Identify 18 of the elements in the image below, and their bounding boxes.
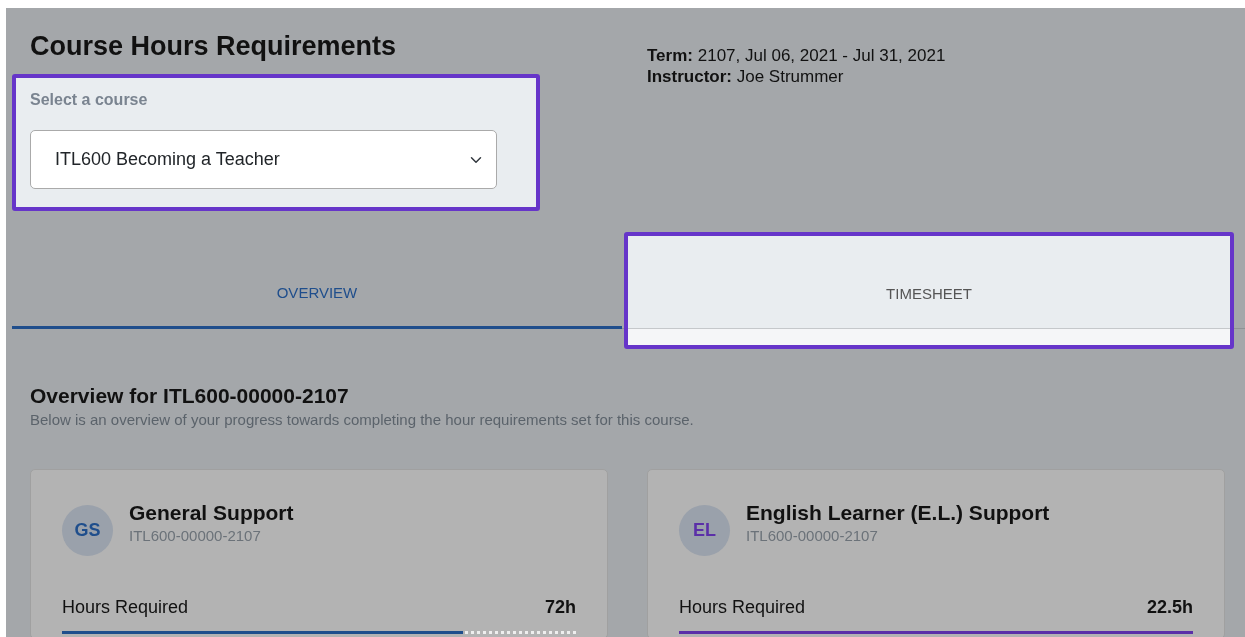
page-title: Course Hours Requirements	[30, 30, 398, 63]
course-code: ITL600-00000-2107	[746, 526, 879, 547]
course-dropdown[interactable]: ITL600 Becoming a Teacher	[30, 130, 497, 190]
avatar: GS	[62, 505, 113, 557]
card-title: English Learner (E.L.) Support	[746, 500, 1050, 526]
section-title: Overview for ITL600-00000-2107	[30, 383, 350, 409]
metric-value: 22.5h	[1146, 596, 1193, 620]
card-title: General Support	[129, 500, 294, 526]
tab[interactable]: OVERVIEW	[12, 232, 622, 330]
info-line: Term: 2107, Jul 06, 2021 - Jul 31, 2021	[647, 45, 946, 67]
info-line: Instructor: Joe Strummer	[647, 66, 845, 88]
metric-label: Hours Required	[62, 596, 189, 620]
metric-label: Hours Required	[679, 596, 806, 620]
field-label: Select a course	[30, 90, 149, 111]
section-subtitle: Below is an overview of your progress towards completing the hour requirements set for this course.	[30, 409, 695, 430]
avatar: EL	[679, 505, 730, 557]
metric-value: 72h	[544, 596, 576, 620]
course-code: ITL600-00000-2107	[129, 526, 262, 547]
